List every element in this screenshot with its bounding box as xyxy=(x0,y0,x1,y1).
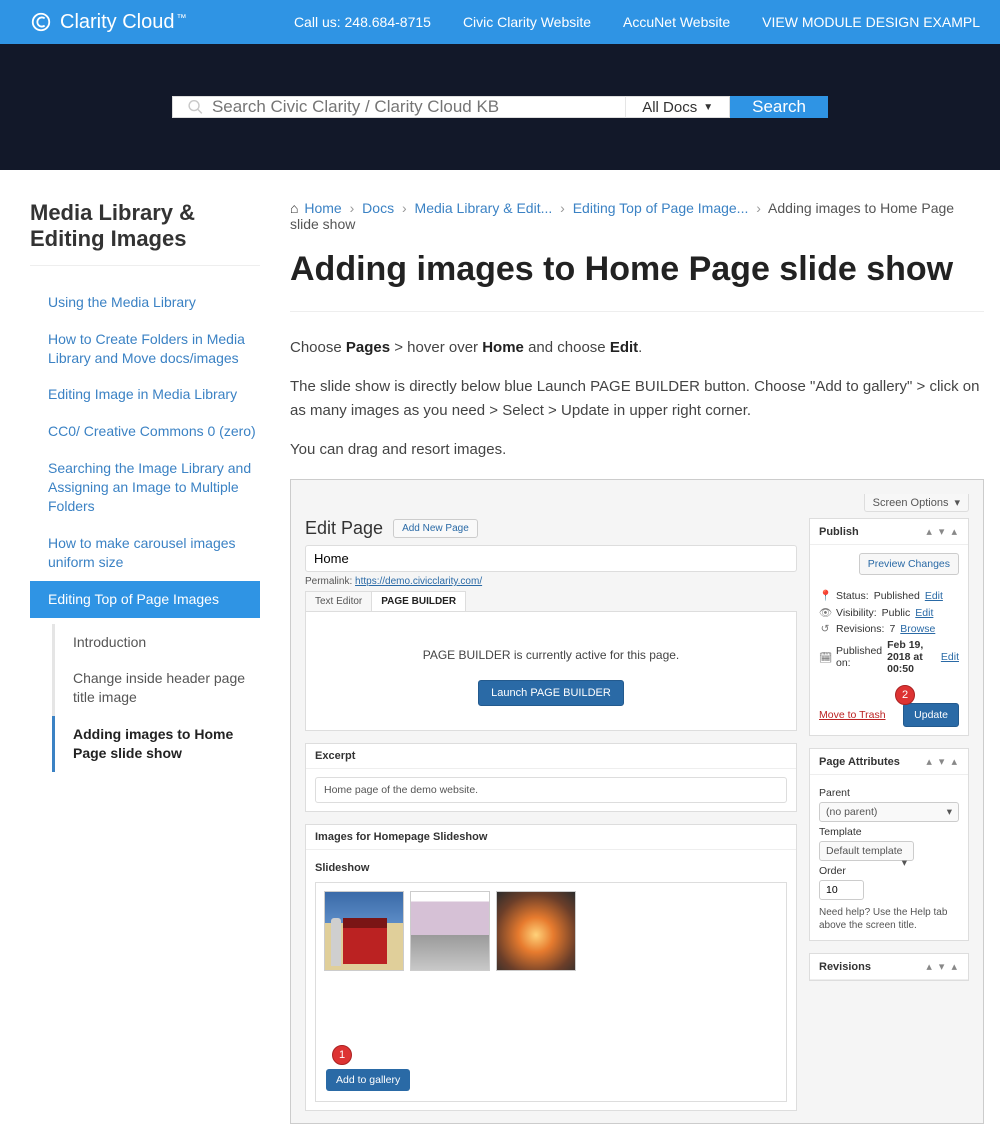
nav-civic-clarity[interactable]: Civic Clarity Website xyxy=(463,14,591,30)
divider xyxy=(290,311,984,312)
permalink-link[interactable]: https://demo.civicclarity.com/ xyxy=(355,576,482,587)
sidebar-category-title: Media Library & Editing Images xyxy=(30,200,260,266)
page-builder-panel: PAGE BUILDER is currently active for thi… xyxy=(305,612,797,731)
screen-options-toggle[interactable]: Screen Options ▾ xyxy=(864,494,969,512)
sidebar-item[interactable]: Using the Media Library xyxy=(30,284,260,321)
nav-accunet[interactable]: AccuNet Website xyxy=(623,14,730,30)
chevron-right-icon: › xyxy=(756,200,761,216)
breadcrumb: ⌂ Home › Docs › Media Library & Edit... … xyxy=(290,200,984,232)
slideshow-label: Slideshow xyxy=(315,862,787,874)
chevron-down-icon: ▾ xyxy=(902,857,907,869)
launch-page-builder-button[interactable]: Launch PAGE BUILDER xyxy=(478,680,624,706)
chevron-down-icon: ▾ xyxy=(954,496,960,509)
article-body: Choose Pages > hover over Home and choos… xyxy=(290,336,984,461)
crumb-home[interactable]: Home xyxy=(304,200,341,216)
eye-icon: 👁 xyxy=(819,606,831,619)
gallery-thumbnail[interactable] xyxy=(496,891,576,971)
brand-name: Clarity Cloud xyxy=(60,11,174,34)
body-paragraph: The slide show is directly below blue La… xyxy=(290,375,984,422)
callout-marker-1: 1 xyxy=(332,1045,352,1065)
parent-select[interactable]: (no parent) ▾ xyxy=(819,802,959,822)
update-button[interactable]: Update xyxy=(903,703,959,727)
help-text: Need help? Use the Help tab above the sc… xyxy=(819,906,959,932)
tab-page-builder[interactable]: PAGE BUILDER xyxy=(371,591,466,611)
search-button[interactable]: Search xyxy=(730,96,828,118)
publish-panel: Publish ▴ ▾ ▴ Preview Changes 📍Status: P… xyxy=(809,518,969,736)
crumb-category[interactable]: Media Library & Edit... xyxy=(415,200,553,216)
edit-page-heading: Edit Page xyxy=(305,518,383,539)
page-attributes-panel: Page Attributes ▴ ▾ ▴ Parent (no parent)… xyxy=(809,748,969,941)
tab-text-editor[interactable]: Text Editor xyxy=(305,591,372,611)
chevron-down-icon: ▾ xyxy=(947,806,952,818)
top-bar: Clarity Cloud ™ Call us: 248.684-8715 Ci… xyxy=(0,0,1000,44)
edit-visibility-link[interactable]: Edit xyxy=(915,607,933,619)
sidebar-sub-list: Introduction Change inside header page t… xyxy=(30,624,260,772)
search-input[interactable] xyxy=(212,97,611,117)
body-paragraph: You can drag and resort images. xyxy=(290,438,984,461)
sidebar-item-active[interactable]: Editing Top of Page Images xyxy=(30,581,260,618)
calendar-icon: 🗓 xyxy=(819,651,831,664)
body-paragraph: Choose Pages > hover over Home and choos… xyxy=(290,336,984,359)
sidebar-sub-item-current[interactable]: Adding images to Home Page slide show xyxy=(52,716,260,772)
chevron-down-icon: ▼ xyxy=(703,102,713,113)
callout-marker-2: 2 xyxy=(895,685,915,705)
brand-trademark: ™ xyxy=(176,13,186,24)
page-builder-message: PAGE BUILDER is currently active for thi… xyxy=(316,648,786,662)
chevron-right-icon: › xyxy=(350,200,355,216)
sidebar-item[interactable]: How to Create Folders in Media Library a… xyxy=(30,321,260,377)
edit-status-link[interactable]: Edit xyxy=(925,590,943,602)
sidebar-item[interactable]: CC0/ Creative Commons 0 (zero) xyxy=(30,413,260,450)
hero-band: All Docs ▼ Search xyxy=(0,44,1000,170)
nav-call-us[interactable]: Call us: 248.684-8715 xyxy=(294,14,431,30)
sidebar-item[interactable]: How to make carousel images uniform size xyxy=(30,525,260,581)
add-new-page-button[interactable]: Add New Page xyxy=(393,519,478,538)
pin-icon: 📍 xyxy=(819,589,831,602)
crumb-parent[interactable]: Editing Top of Page Image... xyxy=(573,200,749,216)
revisions-panel: Revisions ▴ ▾ ▴ xyxy=(809,953,969,981)
top-nav: Call us: 248.684-8715 Civic Clarity Webs… xyxy=(294,14,980,30)
edit-date-link[interactable]: Edit xyxy=(941,651,959,663)
sidebar-item[interactable]: Editing Image in Media Library xyxy=(30,376,260,413)
brand-icon xyxy=(30,11,52,33)
chevron-right-icon: › xyxy=(560,200,565,216)
panel-controls[interactable]: ▴ ▾ ▴ xyxy=(926,525,959,538)
slideshow-panel: Images for Homepage Slideshow Slideshow xyxy=(305,824,797,1111)
panel-controls[interactable]: ▴ ▾ ▴ xyxy=(926,755,959,768)
page-title-input[interactable] xyxy=(305,545,797,572)
chevron-right-icon: › xyxy=(402,200,407,216)
nav-module-examples[interactable]: VIEW MODULE DESIGN EXAMPL xyxy=(762,14,980,30)
excerpt-textarea[interactable]: Home page of the demo website. xyxy=(315,777,787,803)
screenshot-figure: Screen Options ▾ Edit Page Add New Page … xyxy=(290,479,984,1124)
crumb-docs[interactable]: Docs xyxy=(362,200,394,216)
sidebar-sub-item[interactable]: Change inside header page title image xyxy=(52,660,260,716)
template-select[interactable]: Default template ▾ xyxy=(819,841,914,861)
brand-logo[interactable]: Clarity Cloud ™ xyxy=(30,11,186,34)
gallery-thumbnail[interactable] xyxy=(324,891,404,971)
search-scope-label: All Docs xyxy=(642,99,697,116)
panel-controls[interactable]: ▴ ▾ ▴ xyxy=(926,960,959,973)
excerpt-panel: Excerpt Home page of the demo website. xyxy=(305,743,797,812)
sidebar-item[interactable]: Searching the Image Library and Assignin… xyxy=(30,450,260,525)
preview-changes-button[interactable]: Preview Changes xyxy=(859,553,959,575)
history-icon: ↺ xyxy=(819,623,831,635)
search-icon xyxy=(187,98,204,116)
home-icon: ⌂ xyxy=(290,200,298,216)
sidebar-sub-item[interactable]: Introduction xyxy=(52,624,260,661)
search-scope-dropdown[interactable]: All Docs ▼ xyxy=(625,96,730,118)
sidebar-article-list: Using the Media Library How to Create Fo… xyxy=(30,284,260,618)
search-box: All Docs ▼ Search xyxy=(172,96,828,118)
page-title: Adding images to Home Page slide show xyxy=(290,250,984,289)
search-input-wrap[interactable] xyxy=(172,96,625,118)
sidebar: Media Library & Editing Images Using the… xyxy=(30,200,260,1124)
order-input[interactable] xyxy=(819,880,864,900)
gallery-area: 1 Add to gallery xyxy=(315,882,787,1102)
move-to-trash-link[interactable]: Move to Trash xyxy=(819,709,886,721)
permalink-row: Permalink: https://demo.civicclarity.com… xyxy=(305,576,797,587)
gallery-thumbnail[interactable] xyxy=(410,891,490,971)
add-to-gallery-button[interactable]: Add to gallery xyxy=(326,1069,410,1091)
browse-revisions-link[interactable]: Browse xyxy=(900,623,935,635)
main-content: ⌂ Home › Docs › Media Library & Edit... … xyxy=(290,200,984,1124)
